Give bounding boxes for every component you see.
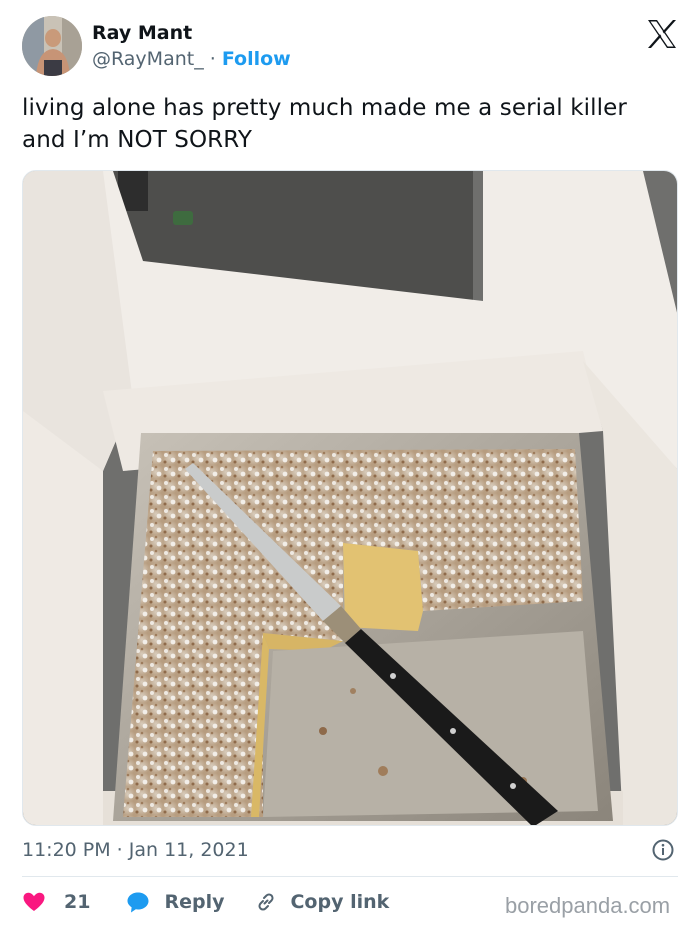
separator-dot: · [203,48,222,70]
divider [22,876,678,877]
copy-link-button[interactable]: Copy link [254,890,389,914]
info-icon[interactable] [651,838,675,862]
author-handle-line: @RayMant_ · Follow [92,47,291,71]
follow-button[interactable]: Follow [222,48,291,70]
cake-box-photo [23,171,677,825]
author-handle[interactable]: @RayMant_ [92,48,204,70]
x-logo-icon[interactable] [646,18,678,50]
copy-link-label: Copy link [290,891,390,913]
tweet-timestamp[interactable]: 11:20 PM · Jan 11, 2021 [22,838,249,862]
avatar-photo [22,16,82,76]
tweet-text: living alone has pretty much made me a s… [22,95,627,153]
avatar[interactable] [22,16,82,76]
heart-icon [23,892,45,911]
tweet-card: Ray Mant @RayMant_ · Follow living alone… [0,0,700,929]
watermark: boredpanda.com [505,893,671,918]
like-button[interactable]: 21 [22,890,90,914]
like-count: 21 [64,891,91,913]
author-name[interactable]: Ray Mant [92,21,192,45]
link-icon [258,893,274,911]
speech-bubble-icon [127,892,149,913]
tweet-photo[interactable] [22,170,678,826]
reply-button[interactable]: Reply [126,890,224,914]
reply-label: Reply [164,891,225,913]
action-bar: 21 Reply Copy link [22,887,389,917]
